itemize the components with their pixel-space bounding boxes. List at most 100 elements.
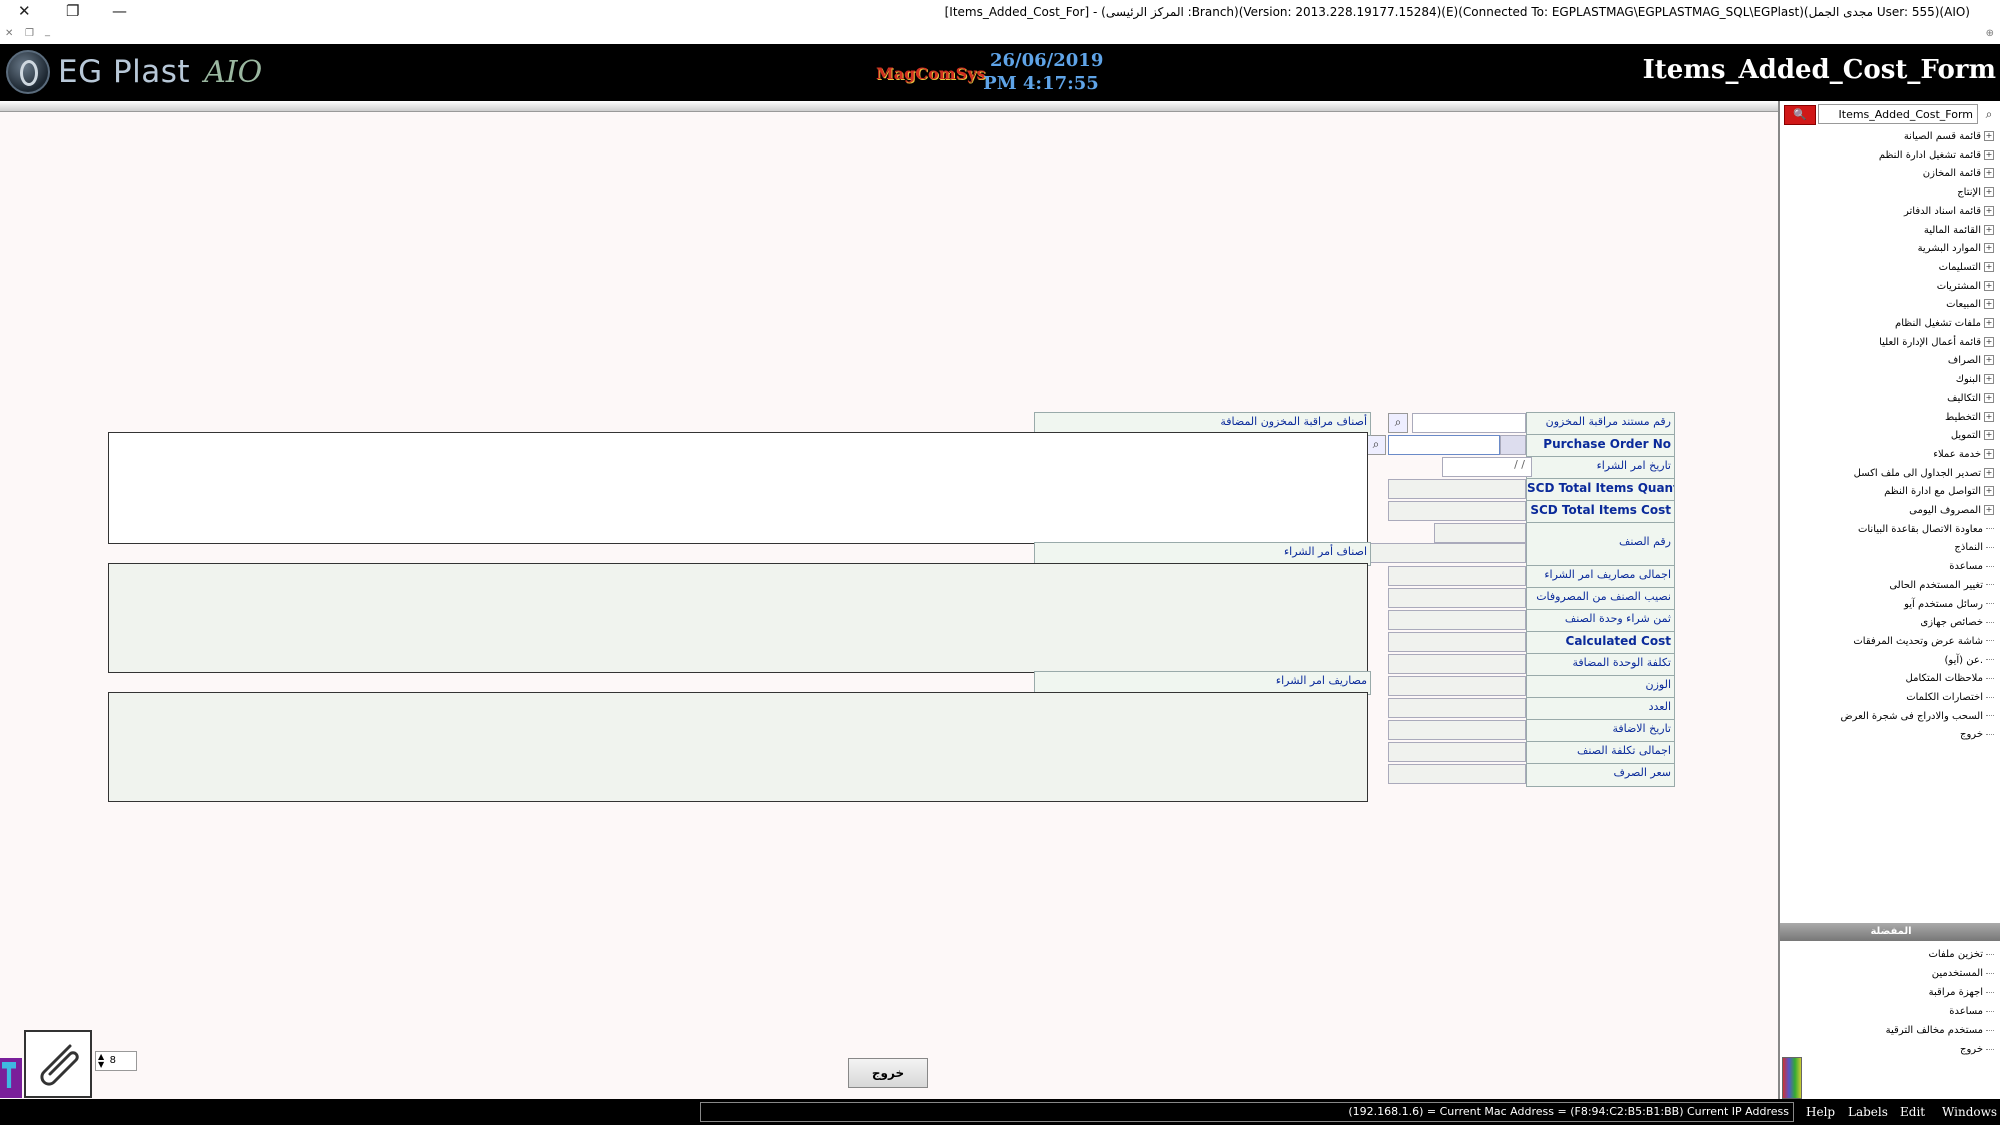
tree-item[interactable]: ملاحظات المتكامل [1906, 671, 1994, 687]
tree-item[interactable]: التكاليف + [1947, 391, 1994, 407]
item-no-input[interactable] [1434, 523, 1526, 543]
stock-items-grid[interactable] [108, 432, 1368, 544]
sidebar-search-button[interactable]: 🔍 [1784, 105, 1816, 125]
purchase-order-no-input[interactable] [1388, 435, 1500, 455]
tree-item[interactable]: النماذج [1954, 540, 1994, 556]
purchase-order-date-input[interactable]: / / [1442, 457, 1532, 477]
tree-item[interactable]: الإنتاج + [1957, 185, 1994, 201]
tree-leaf-icon [1986, 621, 1994, 623]
tree-item[interactable]: قائمة تشغيل ادارة النظم + [1879, 148, 1994, 164]
purchase-order-dropdown-icon[interactable] [1500, 435, 1526, 455]
tree-leaf-icon [1986, 1010, 1994, 1012]
paperclip-icon [40, 1044, 79, 1086]
expand-icon[interactable]: + [1984, 243, 1994, 254]
expand-icon[interactable]: + [1984, 467, 1994, 478]
mdi-extra-icon[interactable]: ⊕ [1986, 28, 1994, 39]
sidebar-search-input[interactable]: Items_Added_Cost_Form [1818, 104, 1978, 124]
menu-edit[interactable]: Edit [1900, 1105, 1925, 1119]
tree-item[interactable]: قائمة قسم الصيانة + [1904, 129, 1994, 145]
app-corner-badge [0, 1058, 22, 1098]
expand-icon[interactable]: + [1984, 411, 1994, 422]
page-spinner[interactable]: ▲ ▼ 8 [95, 1051, 137, 1071]
expand-icon[interactable]: + [1984, 205, 1994, 216]
tree-item[interactable]: التواصل مع ادارة النظم + [1884, 484, 1994, 500]
search-icon[interactable]: ⌕ [1980, 104, 1998, 124]
expand-icon[interactable]: + [1984, 261, 1994, 272]
tree-item[interactable]: التسليمات + [1939, 260, 1994, 276]
favorite-item[interactable]: خروج [1960, 1042, 1994, 1058]
tree-item[interactable]: البنوك + [1956, 372, 1994, 388]
expand-icon[interactable]: + [1984, 224, 1994, 235]
tree-item[interactable]: مساعدة [1949, 559, 1994, 575]
tree-item[interactable]: المشتريات + [1937, 279, 1994, 295]
expand-icon[interactable]: + [1984, 430, 1994, 441]
navigation-sidebar: 🔍 Items_Added_Cost_Form ⌕ قائمة قسم الصي… [1778, 101, 2000, 1099]
books-icon[interactable] [1782, 1057, 1802, 1099]
expand-icon[interactable]: + [1984, 131, 1994, 141]
tree-item[interactable]: قائمة أعمال الإدارة العليا + [1879, 335, 1994, 351]
expand-icon[interactable]: + [1984, 374, 1994, 385]
tree-item[interactable]: السحب والادراج فى شجرة العرض [1840, 709, 1994, 725]
tree-item[interactable]: تصدير الجداول الى ملف اكسل + [1854, 466, 1994, 482]
tree-item[interactable]: ملفات تشغيل النظام + [1895, 316, 1994, 332]
tree-item[interactable]: خروج [1960, 727, 1994, 743]
tree-item[interactable]: التخطيط + [1945, 410, 1994, 426]
expand-icon[interactable]: + [1984, 505, 1994, 515]
stock-doc-no-input[interactable] [1412, 413, 1526, 433]
expand-icon[interactable]: + [1984, 486, 1994, 497]
expand-icon[interactable]: + [1984, 187, 1994, 198]
tree-item-label: خروج [1960, 729, 1983, 741]
tree-item[interactable]: الموارد البشرية + [1918, 241, 1994, 257]
tree-item-label: تغيير المستخدم الحالى [1889, 579, 1983, 591]
favorite-item[interactable]: مساعدة [1949, 1004, 1994, 1020]
expand-icon[interactable]: + [1984, 448, 1994, 459]
menu-labels[interactable]: Labels [1848, 1105, 1888, 1119]
tree-item[interactable]: الصراف + [1948, 353, 1994, 369]
favorite-item[interactable]: مستخدم مخالف الترقية [1886, 1023, 1994, 1039]
tree-item[interactable]: قائمة اسناد الدفاتر + [1904, 204, 1994, 220]
stock-doc-search-icon[interactable]: ⌕ [1388, 413, 1408, 433]
tree-item[interactable]: تغيير المستخدم الحالى [1889, 578, 1994, 594]
tree-item[interactable]: المصروف اليومى + [1909, 503, 1994, 519]
favorite-item[interactable]: المستخدمين [1932, 966, 1994, 982]
tree-item[interactable]: عن (آيو). [1945, 653, 1994, 669]
tree-item[interactable]: شاشة عرض وتحديث المرفقات [1853, 634, 1994, 650]
expand-icon[interactable]: + [1984, 392, 1994, 403]
spinner-arrows-icon[interactable]: ▲ ▼ [98, 1053, 104, 1069]
expand-icon[interactable]: + [1984, 336, 1994, 347]
menu-help[interactable]: Help [1806, 1105, 1835, 1119]
restore-window-icon[interactable]: ❐ [66, 2, 79, 20]
exit-button[interactable]: خروج [848, 1058, 928, 1088]
tree-item[interactable]: خدمة عملاء + [1933, 447, 1994, 463]
attachment-button[interactable] [24, 1030, 92, 1098]
favorite-item[interactable]: تخزين ملفات [1928, 947, 1994, 963]
favorite-item[interactable]: اجهزة مراقبة [1929, 985, 1994, 1001]
mdi-minimize-icon[interactable]: _ [45, 26, 50, 37]
expand-icon[interactable]: + [1984, 318, 1994, 328]
tree-item[interactable]: خصائص جهازى [1920, 615, 1994, 631]
expand-icon[interactable]: + [1984, 355, 1994, 366]
tree-item[interactable]: القائمة المالية + [1924, 223, 1994, 239]
mdi-restore-icon[interactable]: ❐ [25, 28, 34, 39]
minimize-window-icon[interactable]: — [112, 2, 127, 20]
expand-icon[interactable]: + [1984, 299, 1994, 310]
tree-item[interactable]: معاودة الاتصال بقاعدة البيانات [1858, 522, 1994, 538]
menu-windows[interactable]: Windows [1942, 1105, 1997, 1119]
tree-leaf-icon [1986, 659, 1994, 661]
tree-leaf-icon [1986, 603, 1994, 604]
tree-item[interactable]: قائمة المخازن + [1923, 166, 1994, 182]
expand-icon[interactable]: + [1984, 168, 1994, 179]
expand-icon[interactable]: + [1984, 280, 1994, 291]
tree-item[interactable]: التمويل + [1951, 428, 1994, 444]
po-total-expenses-label: اجمالى مصاريف امر الشراء [1526, 565, 1675, 589]
purchase-order-search-icon[interactable]: ⌕ [1366, 435, 1386, 455]
item-share-expenses-label: نصيب الصنف من المصروفات [1526, 587, 1675, 611]
po-expenses-grid[interactable] [108, 692, 1368, 802]
tree-item[interactable]: اختصارات الكلمات [1906, 690, 1994, 706]
mdi-close-icon[interactable]: ✕ [5, 28, 13, 39]
po-items-grid[interactable] [108, 563, 1368, 673]
close-window-icon[interactable]: ✕ [18, 2, 31, 20]
expand-icon[interactable]: + [1984, 149, 1994, 160]
tree-item[interactable]: رسائل مستخدم آيو [1904, 597, 1994, 613]
tree-item[interactable]: المبيعات + [1946, 297, 1994, 313]
